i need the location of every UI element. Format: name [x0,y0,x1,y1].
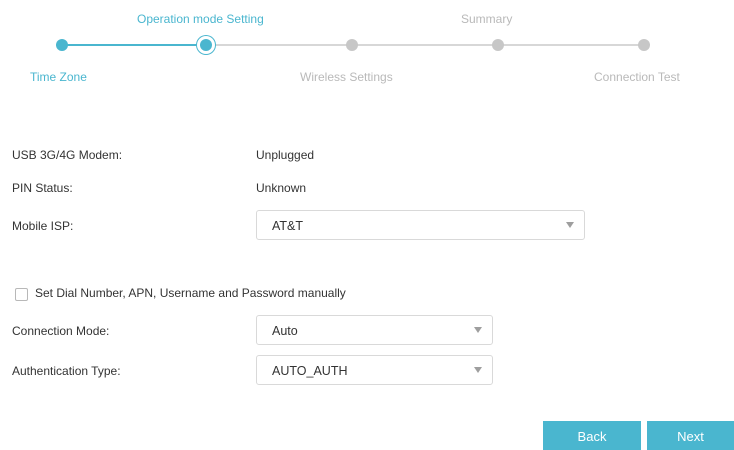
mobile-isp-selected-value: AT&T [272,219,304,233]
chevron-down-icon [474,327,482,333]
quick-setup-page: Operation mode Setting Summary Time Zone… [0,0,734,450]
progress-track-complete [62,44,206,46]
pin-status-label: PIN Status: [12,181,73,195]
authentication-type-select[interactable]: AUTO_AUTH [256,355,493,385]
connection-mode-label: Connection Mode: [12,324,110,338]
next-button[interactable]: Next [647,421,734,450]
step-node-connection-test [638,39,650,51]
mobile-isp-select[interactable]: AT&T [256,210,585,240]
step-node-operation-mode[interactable] [200,39,212,51]
back-button[interactable]: Back [543,421,641,450]
step-node-summary [492,39,504,51]
pin-status-value: Unknown [256,181,307,195]
step-label-wireless-settings: Wireless Settings [300,70,393,84]
manual-settings-checkbox[interactable] [15,288,28,301]
connection-mode-selected-value: Auto [272,324,298,338]
step-label-operation-mode: Operation mode Setting [137,12,264,26]
step-label-connection-test: Connection Test [594,70,680,84]
connection-mode-select[interactable]: Auto [256,315,493,345]
authentication-type-label: Authentication Type: [12,364,121,378]
chevron-down-icon [566,222,574,228]
authentication-type-selected-value: AUTO_AUTH [272,364,348,378]
progress-track-remaining [206,44,644,46]
usb-modem-label: USB 3G/4G Modem: [12,148,123,162]
step-label-time-zone: Time Zone [30,70,87,84]
mobile-isp-label: Mobile ISP: [12,219,74,233]
usb-modem-value: Unplugged [256,148,315,162]
manual-settings-checkbox-label[interactable]: Set Dial Number, APN, Username and Passw… [35,286,346,300]
step-node-time-zone[interactable] [56,39,68,51]
chevron-down-icon [474,367,482,373]
step-label-summary: Summary [461,12,513,26]
step-node-wireless-settings [346,39,358,51]
